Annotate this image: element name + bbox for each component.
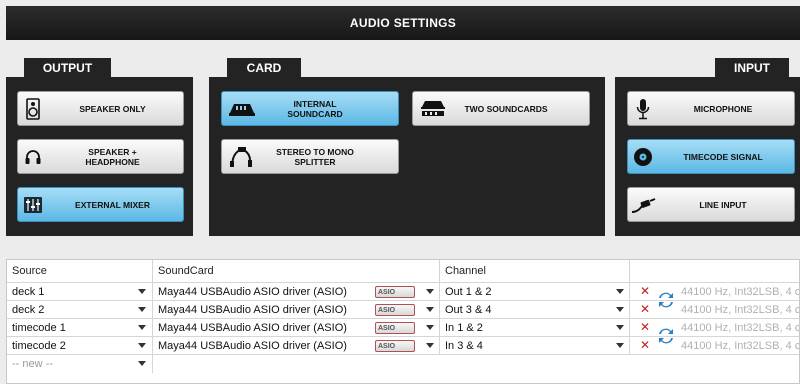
- asio-label: ASIO: [378, 306, 396, 314]
- soundcard-value: Maya44 USBAudio ASIO driver (ASIO): [158, 322, 347, 334]
- format-info: 44100 Hz, Int32LSB, 4 c: [681, 322, 799, 334]
- soundcard-value: Maya44 USBAudio ASIO driver (ASIO): [158, 340, 347, 352]
- new-source-select[interactable]: -- new --: [7, 355, 153, 373]
- stereo-mono-splitter-button[interactable]: STEREO TO MONO SPLITTER: [221, 139, 399, 174]
- chevron-down-icon: [426, 325, 434, 330]
- speaker-only-button[interactable]: SPEAKER ONLY: [17, 91, 184, 126]
- chevron-down-icon: [138, 325, 146, 330]
- asio-label: ASIO: [378, 342, 396, 350]
- delete-icon[interactable]: ✕: [640, 320, 650, 334]
- microphone-icon: [628, 92, 658, 125]
- header-source: Source: [7, 260, 153, 282]
- table-row: timecode 2 Maya44 USBAudio ASIO driver (…: [7, 336, 799, 355]
- source-select[interactable]: timecode 1: [7, 319, 153, 337]
- chevron-down-icon: [616, 343, 624, 348]
- chevron-down-icon: [616, 307, 624, 312]
- delete-icon[interactable]: ✕: [640, 338, 650, 352]
- asio-label: ASIO: [378, 288, 396, 296]
- source-select[interactable]: timecode 2: [7, 337, 153, 355]
- chevron-down-icon: [138, 307, 146, 312]
- mixer-icon: [18, 188, 48, 221]
- chevron-down-icon: [616, 325, 624, 330]
- timecode-signal-button[interactable]: TIMECODE SIGNAL: [627, 139, 795, 174]
- chevron-down-icon: [138, 289, 146, 294]
- asio-config-button[interactable]: ASIO: [375, 340, 415, 352]
- output-tab: OUTPUT: [24, 58, 111, 78]
- card-tab: CARD: [227, 58, 301, 78]
- table-row: timecode 1 Maya44 USBAudio ASIO driver (…: [7, 318, 799, 337]
- microphone-button[interactable]: MICROPHONE: [627, 91, 795, 126]
- soundcard-select[interactable]: Maya44 USBAudio ASIO driver (ASIO) ASIO: [153, 337, 440, 355]
- internal-soundcard-button[interactable]: INTERNAL SOUNDCARD: [221, 91, 399, 126]
- chevron-down-icon: [426, 343, 434, 348]
- new-row-label: -- new --: [12, 358, 53, 370]
- stereo-mono-splitter-label: STEREO TO MONO SPLITTER: [276, 146, 354, 167]
- source-value: timecode 2: [12, 340, 66, 352]
- external-mixer-button[interactable]: EXTERNAL MIXER: [17, 187, 184, 222]
- speaker-icon: [18, 92, 48, 125]
- channel-select[interactable]: Out 1 & 2: [440, 283, 630, 301]
- header-soundcard: SoundCard: [153, 260, 440, 282]
- chevron-down-icon: [426, 307, 434, 312]
- channel-value: In 1 & 2: [445, 322, 483, 334]
- channel-select[interactable]: In 3 & 4: [440, 337, 630, 355]
- input-tab: INPUT: [715, 58, 789, 78]
- soundcard-icon: [222, 92, 262, 125]
- chevron-down-icon: [138, 361, 146, 366]
- soundcard-value: Maya44 USBAudio ASIO driver (ASIO): [158, 286, 347, 298]
- speaker-headphone-button[interactable]: SPEAKER + HEADPHONE: [17, 139, 184, 174]
- two-soundcards-button[interactable]: TWO SOUNDCARDS: [412, 91, 590, 126]
- refresh-icon[interactable]: [657, 291, 675, 309]
- source-value: timecode 1: [12, 322, 66, 334]
- soundcard-select[interactable]: Maya44 USBAudio ASIO driver (ASIO) ASIO: [153, 283, 440, 301]
- splitter-cable-icon: [222, 140, 262, 173]
- line-input-label: LINE INPUT: [699, 199, 747, 210]
- source-select[interactable]: deck 2: [7, 301, 153, 319]
- source-value: deck 2: [12, 304, 45, 316]
- delete-icon[interactable]: ✕: [640, 302, 650, 316]
- soundcard-value: Maya44 USBAudio ASIO driver (ASIO): [158, 304, 347, 316]
- line-cable-icon: [628, 188, 658, 221]
- soundcard-select[interactable]: Maya44 USBAudio ASIO driver (ASIO) ASIO: [153, 319, 440, 337]
- headphone-icon: [18, 140, 48, 173]
- speaker-only-label: SPEAKER ONLY: [79, 103, 146, 114]
- line-input-button[interactable]: LINE INPUT: [627, 187, 795, 222]
- table-row: deck 1 Maya44 USBAudio ASIO driver (ASIO…: [7, 282, 799, 301]
- chevron-down-icon: [138, 343, 146, 348]
- format-info: 44100 Hz, Int32LSB, 4 c: [681, 304, 799, 316]
- source-value: deck 1: [12, 286, 45, 298]
- microphone-label: MICROPHONE: [693, 103, 753, 114]
- internal-soundcard-label: INTERNAL SOUNDCARD: [287, 98, 343, 119]
- asio-label: ASIO: [378, 324, 396, 332]
- two-soundcards-icon: [413, 92, 453, 125]
- chevron-down-icon: [616, 289, 624, 294]
- channel-select[interactable]: Out 3 & 4: [440, 301, 630, 319]
- channel-select[interactable]: In 1 & 2: [440, 319, 630, 337]
- channel-value: In 3 & 4: [445, 340, 483, 352]
- channel-value: Out 1 & 2: [445, 286, 492, 298]
- chevron-down-icon: [426, 289, 434, 294]
- routing-table: Source SoundCard Channel deck 1 Maya44 U…: [6, 259, 800, 384]
- source-select[interactable]: deck 1: [7, 283, 153, 301]
- format-info: 44100 Hz, Int32LSB, 4 c: [681, 340, 799, 352]
- new-row: -- new --: [7, 354, 799, 373]
- asio-config-button[interactable]: ASIO: [375, 322, 415, 334]
- refresh-icon[interactable]: [657, 327, 675, 345]
- vinyl-icon: [628, 140, 658, 173]
- timecode-signal-label: TIMECODE SIGNAL: [683, 151, 763, 162]
- header-channel: Channel: [440, 260, 630, 282]
- asio-config-button[interactable]: ASIO: [375, 304, 415, 316]
- two-soundcards-label: TWO SOUNDCARDS: [464, 103, 548, 114]
- speaker-headphone-label: SPEAKER + HEADPHONE: [85, 146, 140, 167]
- asio-config-button[interactable]: ASIO: [375, 286, 415, 298]
- table-row: deck 2 Maya44 USBAudio ASIO driver (ASIO…: [7, 300, 799, 319]
- channel-value: Out 3 & 4: [445, 304, 492, 316]
- external-mixer-label: EXTERNAL MIXER: [75, 199, 150, 210]
- audio-settings-title: AUDIO SETTINGS: [6, 6, 800, 40]
- format-info: 44100 Hz, Int32LSB, 4 c: [681, 286, 799, 298]
- soundcard-select[interactable]: Maya44 USBAudio ASIO driver (ASIO) ASIO: [153, 301, 440, 319]
- delete-icon[interactable]: ✕: [640, 284, 650, 298]
